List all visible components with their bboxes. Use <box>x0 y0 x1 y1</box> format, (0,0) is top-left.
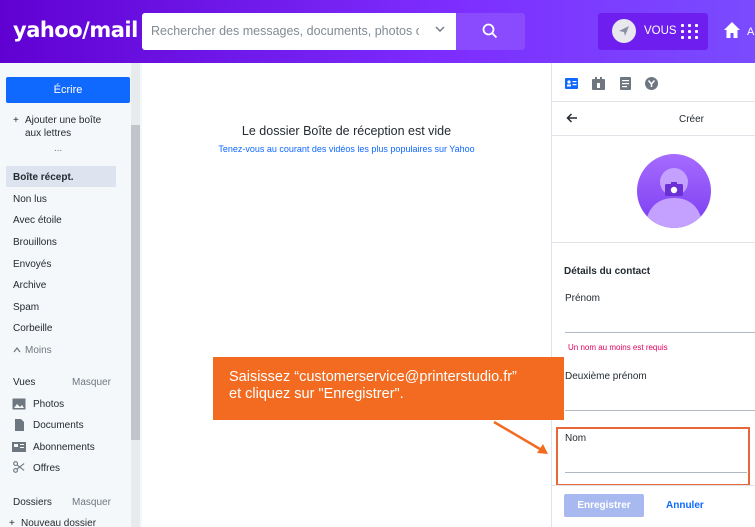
sidebar-item-deals[interactable]: Offres <box>33 463 60 474</box>
contacts-icon[interactable] <box>565 77 578 90</box>
plus-icon: + <box>9 518 15 527</box>
sidebar-item-starred[interactable]: Avec étoile <box>13 215 62 226</box>
calendar-icon[interactable] <box>592 77 605 90</box>
compose-button[interactable]: Écrire <box>6 77 130 103</box>
last-name-field[interactable] <box>565 472 747 473</box>
contact-photo-upload[interactable] <box>637 154 711 228</box>
less-toggle[interactable]: Moins <box>25 345 52 356</box>
yahoo-mail-logo[interactable]: yahoo/mail <box>13 18 138 42</box>
panel-divider <box>552 242 755 243</box>
callout-line-1: Saisissez “customerservice@printerstudio… <box>229 369 517 385</box>
search-box[interactable]: Rechercher des messages, documents, phot… <box>142 13 456 50</box>
yahoo-y-icon[interactable] <box>645 77 658 90</box>
sidebar-item-documents[interactable]: Documents <box>33 420 84 431</box>
sidebar-item-trash[interactable]: Corbeille <box>13 323 52 334</box>
first-name-label: Prénom <box>565 293 601 304</box>
panel-divider <box>552 485 755 486</box>
views-heading: Vues <box>13 377 36 388</box>
save-button[interactable]: Enregistrer <box>564 494 644 517</box>
home-label[interactable]: A <box>747 26 754 38</box>
document-icon <box>15 419 24 431</box>
empty-inbox-title: Le dossier Boîte de réception est vide <box>241 124 452 138</box>
sidebar-item-archive[interactable]: Archive <box>13 280 46 291</box>
avatar[interactable] <box>612 19 636 43</box>
apps-grid-icon[interactable] <box>681 24 699 40</box>
add-mailbox-label: Ajouter une boîte aux lettres <box>25 115 102 139</box>
user-menu[interactable]: VOUS <box>598 13 708 50</box>
folders-heading: Dossiers <box>13 497 52 508</box>
sidebar-item-spam[interactable]: Spam <box>13 302 39 313</box>
middle-name-field[interactable] <box>565 410 755 411</box>
camera-icon <box>665 182 683 196</box>
sidebar-item-drafts[interactable]: Brouillons <box>13 237 57 248</box>
sidebar-item-subscriptions[interactable]: Abonnements <box>33 442 95 453</box>
sidebar-item-photos[interactable]: Photos <box>33 399 64 410</box>
panel-divider <box>552 101 755 102</box>
panel-title: Créer <box>679 114 705 125</box>
sidebar-item-unread[interactable]: Non lus <box>13 194 47 205</box>
search-input[interactable]: Rechercher des messages, documents, phot… <box>151 24 419 38</box>
sidebar-scrollbar-thumb[interactable] <box>131 125 140 440</box>
instruction-callout: Saisissez “customerservice@printerstudio… <box>213 357 564 420</box>
first-name-field[interactable] <box>565 332 755 333</box>
search-icon <box>482 23 498 39</box>
contact-details-heading: Détails du contact <box>564 266 651 277</box>
more-dots[interactable]: ... <box>54 143 62 154</box>
user-label[interactable]: VOUS <box>644 25 677 37</box>
plus-icon: + <box>13 115 19 126</box>
panel-divider <box>552 135 755 136</box>
notepad-icon[interactable] <box>619 77 632 90</box>
scissors-icon <box>13 461 25 473</box>
middle-name-label: Deuxième prénom <box>565 371 647 382</box>
last-name-label: Nom <box>565 433 587 444</box>
name-required-error: Un nom au moins est requis <box>568 343 668 352</box>
new-folder-link[interactable]: Nouveau dossier <box>21 518 96 527</box>
folders-hide-link[interactable]: Masquer <box>72 497 111 508</box>
cancel-button[interactable]: Annuler <box>666 500 704 511</box>
chevron-up-icon[interactable] <box>13 346 21 354</box>
views-hide-link[interactable]: Masquer <box>72 377 111 388</box>
newsletter-icon <box>12 442 26 452</box>
callout-line-2: et cliquez sur "Enregistrer". <box>229 386 404 402</box>
sidebar-item-sent[interactable]: Envoyés <box>13 259 51 270</box>
image-icon <box>12 398 26 410</box>
home-icon[interactable] <box>722 20 742 40</box>
popular-videos-link[interactable]: Tenez-vous au courant des vidéos les plu… <box>142 144 551 154</box>
callout-arrow <box>493 420 548 454</box>
send-icon <box>619 26 629 36</box>
chevron-down-icon[interactable] <box>433 22 447 36</box>
search-button[interactable] <box>456 13 525 50</box>
sidebar-item-inbox-label[interactable]: Boîte récept. <box>13 172 74 183</box>
back-arrow-icon[interactable] <box>566 112 578 124</box>
